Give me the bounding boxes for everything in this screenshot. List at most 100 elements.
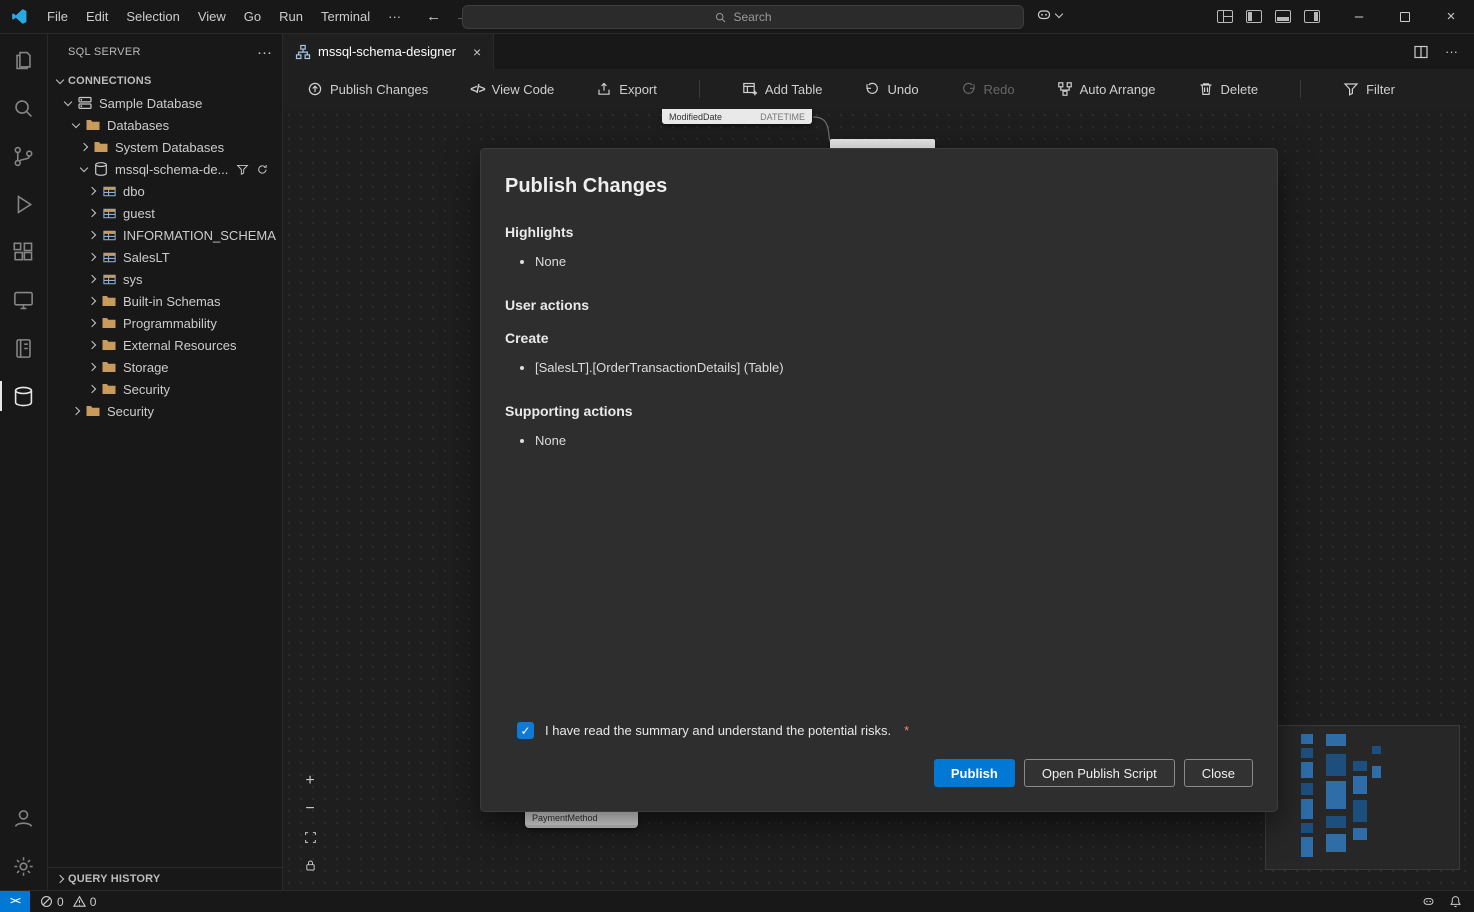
publish-changes-button[interactable]: Publish Changes — [307, 81, 428, 97]
redo-button[interactable]: Redo — [961, 81, 1015, 97]
filter-icon[interactable] — [236, 163, 249, 176]
tree-item-security-schema[interactable]: Security — [48, 378, 282, 400]
tree-item-programmability[interactable]: Programmability — [48, 312, 282, 334]
close-button[interactable]: Close — [1184, 759, 1253, 787]
tree-item-security[interactable]: Security — [48, 400, 282, 422]
toggle-panel-icon[interactable] — [1275, 10, 1291, 23]
activitybar-run-debug[interactable] — [0, 180, 48, 228]
activitybar-remote-explorer[interactable] — [0, 276, 48, 324]
menu-terminal[interactable]: Terminal — [312, 5, 379, 29]
close-window-button[interactable]: × — [1428, 0, 1474, 33]
editor-more-actions[interactable]: ··· — [1445, 44, 1458, 59]
toggle-sidebar-icon[interactable] — [1246, 10, 1262, 23]
auto-arrange-button[interactable]: Auto Arrange — [1057, 81, 1156, 97]
add-table-icon — [742, 81, 758, 97]
trash-icon — [1198, 81, 1214, 97]
chevron-right-icon — [84, 183, 100, 199]
tree-section-connections[interactable]: CONNECTIONS — [48, 70, 282, 92]
open-publish-script-button[interactable]: Open Publish Script — [1024, 759, 1175, 787]
folder-icon — [92, 139, 110, 155]
delete-button[interactable]: Delete — [1198, 81, 1259, 97]
view-code-button[interactable]: </> View Code — [470, 82, 554, 97]
query-history-section[interactable]: QUERY HISTORY — [48, 867, 282, 890]
copilot-status-icon[interactable] — [1422, 895, 1435, 908]
export-button[interactable]: Export — [596, 81, 657, 97]
tree-item-databases[interactable]: Databases — [48, 114, 282, 136]
minimize-button[interactable]: – — [1336, 0, 1382, 33]
tree-item-mssql-schema-designer-db[interactable]: mssql-schema-de... — [48, 158, 282, 180]
menu-more[interactable]: ··· — [379, 5, 410, 29]
zoom-in-button[interactable]: + — [300, 771, 320, 791]
search-box[interactable]: Search — [462, 5, 1024, 29]
schema-designer-icon — [295, 44, 311, 60]
tree-item-storage[interactable]: Storage — [48, 356, 282, 378]
list-item: [SalesLT].[OrderTransactionDetails] (Tab… — [535, 359, 1277, 377]
activitybar-search[interactable] — [0, 84, 48, 132]
lock-canvas-button[interactable] — [300, 855, 320, 875]
remote-explorer-icon — [12, 289, 35, 312]
activitybar-account[interactable] — [0, 794, 48, 842]
filter-icon — [1343, 81, 1359, 97]
tree-item-information-schema[interactable]: INFORMATION_SCHEMA — [48, 224, 282, 246]
list-item: None — [535, 253, 1277, 271]
filter-button[interactable]: Filter — [1343, 81, 1395, 97]
fit-view-icon — [304, 831, 317, 844]
undo-icon — [864, 81, 880, 97]
activitybar-extensions[interactable] — [0, 228, 48, 276]
sidebar-more-actions[interactable]: ··· — [257, 44, 272, 61]
activitybar-settings[interactable] — [0, 842, 48, 890]
menu-selection[interactable]: Selection — [117, 5, 188, 29]
minimap[interactable] — [1265, 725, 1460, 870]
tree-item-dbo[interactable]: dbo — [48, 180, 282, 202]
risk-acknowledgement-checkbox[interactable]: ✓ — [517, 722, 534, 739]
sidebar-sql-server: SQL SERVER ··· CONNECTIONS Sample Databa… — [48, 34, 283, 890]
folder-icon — [100, 293, 118, 309]
highlights-heading: Highlights — [505, 224, 1253, 240]
vscode-logo-icon — [0, 8, 38, 25]
toolbar-separator — [1300, 80, 1301, 98]
tree-item-guest[interactable]: guest — [48, 202, 282, 224]
bell-icon[interactable] — [1449, 895, 1462, 908]
folder-icon — [84, 403, 102, 419]
activitybar-source-control[interactable] — [0, 132, 48, 180]
menu-view[interactable]: View — [189, 5, 235, 29]
maximize-button[interactable] — [1382, 0, 1428, 33]
tree-item-sample-database[interactable]: Sample Database — [48, 92, 282, 114]
tree-item-external-resources[interactable]: External Resources — [48, 334, 282, 356]
remote-indicator[interactable]: >< — [0, 891, 30, 912]
zoom-fit-button[interactable] — [300, 827, 320, 847]
add-table-button[interactable]: Add Table — [742, 81, 823, 97]
menu-go[interactable]: Go — [235, 5, 270, 29]
chevron-right-icon — [68, 403, 84, 419]
customize-layout-icon[interactable] — [1217, 10, 1233, 23]
tree-item-built-in-schemas[interactable]: Built-in Schemas — [48, 290, 282, 312]
designer-toolbar: Publish Changes </> View Code Export Add… — [283, 69, 1474, 109]
menu-run[interactable]: Run — [270, 5, 312, 29]
copilot-menu[interactable] — [1036, 7, 1063, 23]
activitybar-database-projects[interactable] — [0, 324, 48, 372]
activitybar-sql-server[interactable] — [0, 372, 48, 420]
chevron-right-icon — [84, 293, 100, 309]
undo-button[interactable]: Undo — [864, 81, 918, 97]
refresh-icon[interactable] — [256, 163, 269, 176]
schema-icon — [100, 271, 118, 287]
tab-mssql-schema-designer[interactable]: mssql-schema-designer × — [283, 34, 494, 69]
schema-icon — [100, 183, 118, 199]
split-editor-icon[interactable] — [1413, 44, 1429, 60]
back-icon[interactable]: ← — [426, 8, 441, 25]
menu-edit[interactable]: Edit — [77, 5, 117, 29]
tab-close-icon[interactable]: × — [473, 45, 481, 59]
problems-status[interactable]: 0 0 — [40, 895, 101, 909]
tree-item-sys[interactable]: sys — [48, 268, 282, 290]
table-node-fragment[interactable]: PaymentMethod — [525, 810, 638, 828]
user-actions-heading: User actions — [505, 297, 1253, 313]
menu-file[interactable]: File — [38, 5, 77, 29]
table-node-fragment[interactable]: ModifiedDate DATETIME — [662, 109, 812, 124]
activitybar-explorer[interactable] — [0, 36, 48, 84]
toggle-secondary-sidebar-icon[interactable] — [1304, 10, 1320, 23]
zoom-out-button[interactable]: − — [300, 799, 320, 819]
tree-item-saleslt[interactable]: SalesLT — [48, 246, 282, 268]
search-icon — [714, 11, 727, 24]
publish-button[interactable]: Publish — [934, 759, 1015, 787]
tree-item-system-databases[interactable]: System Databases — [48, 136, 282, 158]
